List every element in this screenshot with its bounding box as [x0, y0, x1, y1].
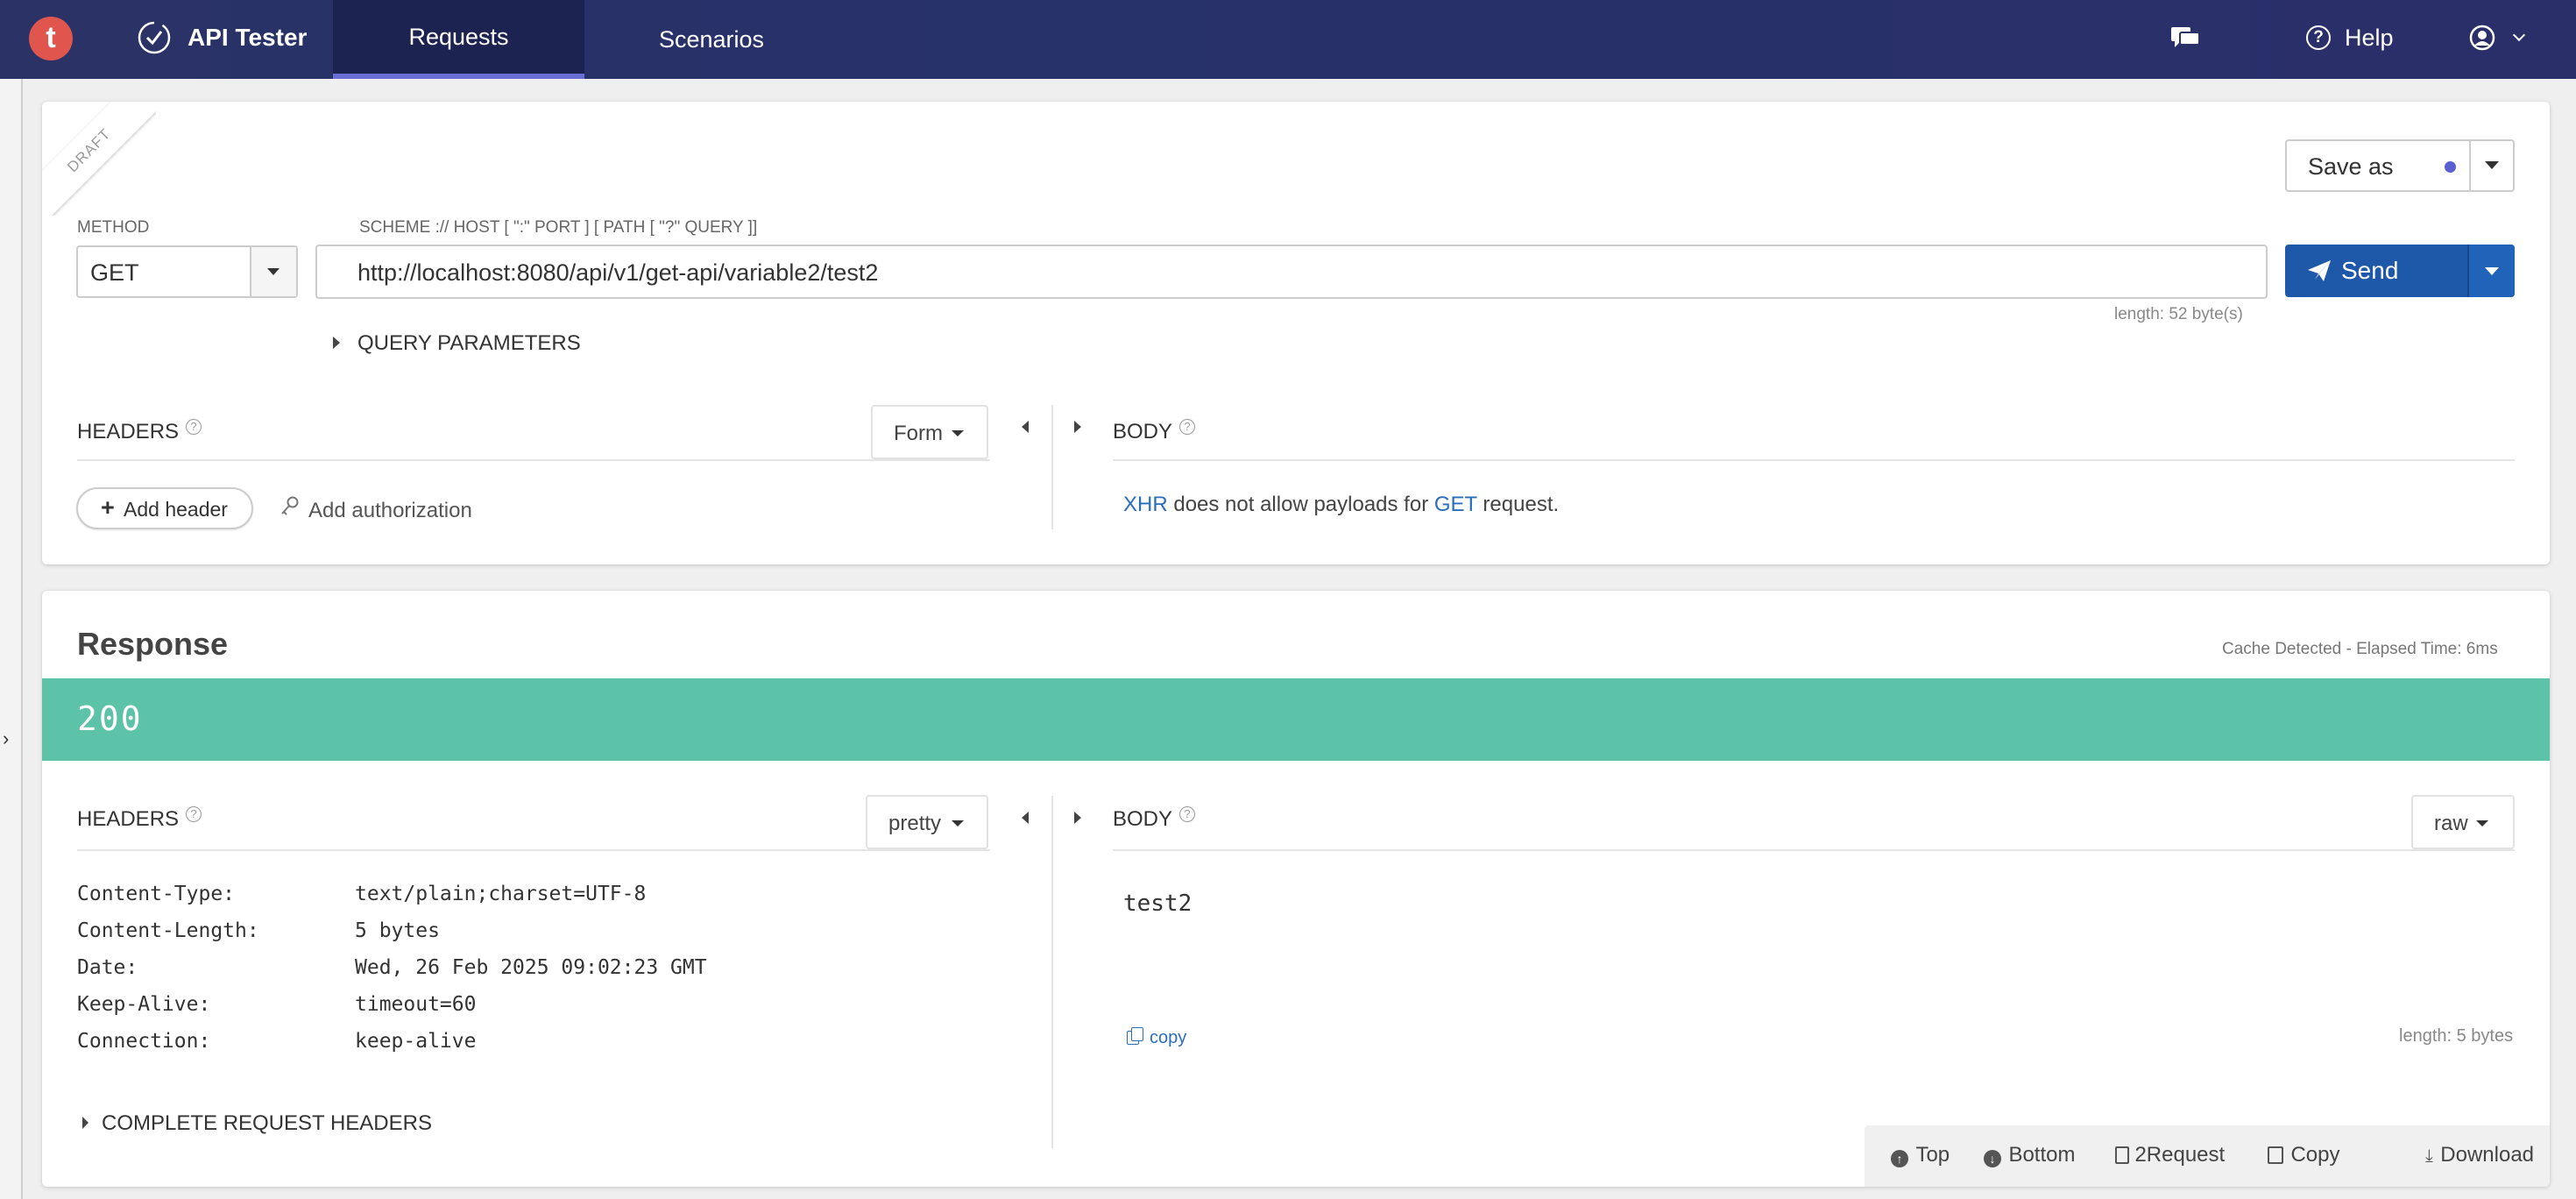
body-not-allowed-note: XHR does not allow payloads for GET requ…: [1123, 493, 1560, 516]
save-as-button[interactable]: Save as: [2287, 141, 2471, 190]
tab-requests[interactable]: Requests: [333, 0, 584, 79]
to-request-button[interactable]: 2Request: [2115, 1143, 2225, 1169]
top-navigation-bar: t API Tester Requests Scenarios ? Help: [0, 0, 2576, 79]
response-title: Response: [77, 626, 229, 662]
expand-sidebar-icon[interactable]: ›: [3, 727, 9, 750]
caret-down-icon: [2476, 820, 2488, 827]
headers-format-select[interactable]: pretty: [866, 795, 988, 849]
help-icon[interactable]: ?: [186, 806, 202, 822]
response-headers-title: HEADERS?: [77, 806, 202, 832]
status-code: 200: [77, 699, 143, 738]
body-divider: [1113, 849, 2515, 851]
body-divider: [1113, 459, 2515, 461]
left-sidebar-rail: ›: [0, 79, 23, 1199]
send-button-group: Send: [2285, 245, 2515, 297]
copy-response-button[interactable]: Copy: [2268, 1143, 2339, 1169]
user-menu[interactable]: [2469, 0, 2526, 75]
expand-arrow-icon: [333, 337, 340, 349]
help-icon: ?: [2306, 25, 2331, 50]
document-icon: [2115, 1146, 2129, 1164]
help-icon[interactable]: ?: [1179, 419, 1196, 435]
panel-splitter[interactable]: [1051, 405, 1053, 529]
paper-plane-icon: [2308, 260, 2331, 281]
headers-divider: [77, 849, 990, 851]
draft-ribbon: DRAFT: [42, 102, 156, 216]
caret-down-icon: [2485, 161, 2499, 169]
method-label: METHOD: [77, 218, 150, 237]
expand-arrow-icon: [82, 1117, 88, 1129]
response-panel: Response Cache Detected - Elapsed Time: …: [42, 591, 2550, 1187]
help-menu[interactable]: ? Help: [2306, 0, 2394, 75]
caret-down-icon: [2485, 267, 2499, 275]
body-format-select[interactable]: raw: [2411, 795, 2515, 849]
key-icon: [281, 496, 299, 515]
method-dropdown-toggle[interactable]: [250, 247, 296, 296]
collapse-right-icon[interactable]: [1074, 812, 1081, 824]
download-icon: ⤓: [2425, 1146, 2433, 1166]
status-code-bar: 200: [42, 678, 2550, 761]
app-name: API Tester: [188, 24, 308, 51]
collapse-left-icon[interactable]: [1022, 421, 1029, 433]
body-length: length: 5 bytes: [2399, 1026, 2514, 1046]
caret-down-icon: [952, 820, 964, 827]
copy-icon: [2268, 1146, 2283, 1164]
response-body-content[interactable]: test2: [1123, 890, 1192, 917]
method-select[interactable]: GET: [76, 245, 298, 298]
copy-icon-back: [1131, 1027, 1143, 1041]
url-input[interactable]: http://localhost:8080/api/v1/get-api/var…: [315, 245, 2268, 299]
app-brand[interactable]: API Tester: [137, 0, 307, 75]
app-logo[interactable]: t: [29, 17, 73, 60]
headers-mode-select[interactable]: Form: [871, 405, 988, 459]
response-meta: Cache Detected - Elapsed Time: 6ms: [2222, 640, 2498, 658]
request-body-title: BODY?: [1113, 419, 1196, 444]
url-format-hint: SCHEME :// HOST [ ":" PORT ] [ PATH [ "?…: [359, 218, 758, 237]
save-as-button-group: Save as: [2285, 139, 2515, 192]
request-headers-title: HEADERS?: [77, 419, 202, 444]
headers-divider: [77, 459, 990, 461]
save-as-dropdown-toggle[interactable]: [2471, 141, 2513, 190]
url-length: length: 52 byte(s): [2114, 305, 2243, 323]
help-icon[interactable]: ?: [186, 419, 202, 435]
scroll-top-button[interactable]: ↑ Top: [1891, 1143, 1950, 1169]
tab-scenarios[interactable]: Scenarios: [584, 0, 839, 79]
arrow-up-circle-icon: ↑: [1891, 1150, 1908, 1167]
send-dropdown-toggle[interactable]: [2469, 245, 2515, 297]
unsaved-dot-icon: [2445, 161, 2456, 173]
arrow-down-circle-icon: ↓: [1984, 1150, 2001, 1167]
add-header-button[interactable]: + Add header: [76, 487, 253, 529]
collapse-right-icon[interactable]: [1074, 421, 1081, 433]
collapse-left-icon[interactable]: [1022, 812, 1029, 824]
chat-icon[interactable]: [2169, 0, 2201, 75]
scroll-bottom-button[interactable]: ↓ Bottom: [1984, 1143, 2075, 1169]
check-badge-icon: [138, 21, 171, 54]
user-avatar-icon: [2469, 25, 2495, 51]
plus-icon: +: [101, 494, 115, 521]
panel-splitter[interactable]: [1051, 796, 1053, 1148]
chevron-down-icon: [2512, 28, 2526, 42]
caret-down-icon: [952, 430, 964, 436]
caret-down-icon: [267, 268, 280, 275]
download-button[interactable]: ⤓ Download: [2425, 1143, 2534, 1169]
response-body-title: BODY?: [1113, 806, 1196, 832]
help-icon[interactable]: ?: [1179, 806, 1196, 822]
bottom-toolbar: ↑ Top ↓ Bottom 2Request Copy ⤓ Download: [1865, 1125, 2550, 1187]
request-panel: DRAFT Save as METHOD GET SCHEME :// HOST…: [42, 102, 2550, 564]
send-button[interactable]: Send: [2285, 245, 2469, 297]
